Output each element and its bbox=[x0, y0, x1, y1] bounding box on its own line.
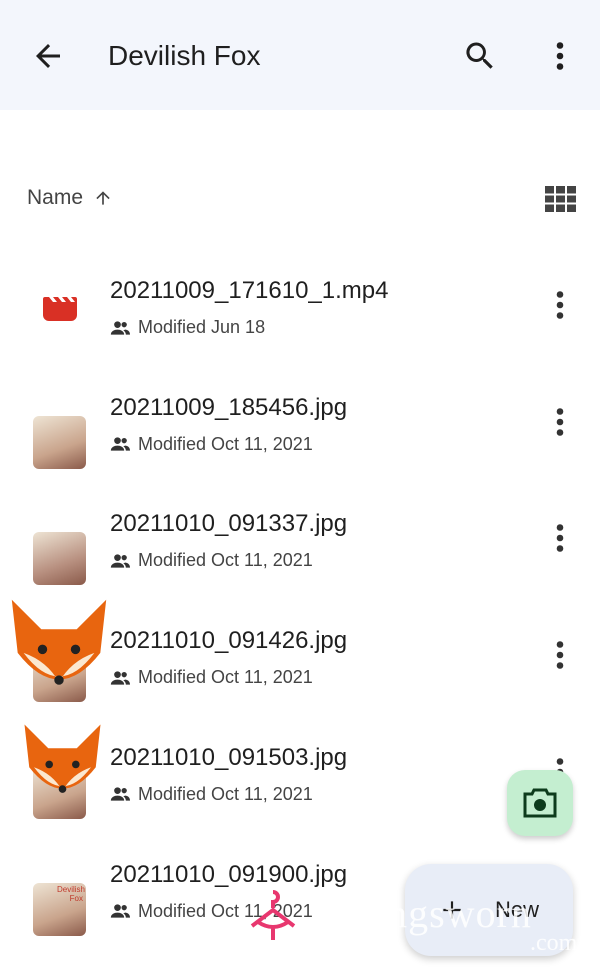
sort-by-name-button[interactable]: Name bbox=[27, 186, 113, 210]
arrow-up-icon bbox=[96, 191, 110, 205]
camera-fab[interactable] bbox=[507, 770, 573, 836]
more-vert-icon[interactable] bbox=[548, 287, 572, 323]
arrow-left-icon[interactable] bbox=[30, 38, 66, 74]
file-name: 20211009_185456.jpg bbox=[110, 393, 348, 421]
camera-icon bbox=[523, 788, 557, 818]
file-name: 20211009_171610_1.mp4 bbox=[110, 277, 389, 304]
shared-people-icon bbox=[110, 904, 130, 918]
more-vert-icon[interactable] bbox=[548, 404, 572, 440]
file-name: 20211010_091426.jpg bbox=[110, 627, 348, 655]
file-meta: Modified Oct 11, 2021 bbox=[110, 784, 313, 805]
image-thumbnail: Devilish Fox bbox=[33, 882, 86, 936]
file-row[interactable]: 20211009_185456.jpg Modified Oct 11, 202… bbox=[0, 394, 600, 504]
watermark: ingsworn bbox=[375, 891, 532, 936]
file-name: 20211010_091337.jpg bbox=[110, 510, 348, 538]
fox-sticker bbox=[11, 599, 107, 685]
file-name: 20211010_091503.jpg bbox=[110, 743, 348, 771]
file-row[interactable]: 20211009_171610_1.mp4 Modified Jun 18 bbox=[0, 277, 600, 387]
more-vert-icon[interactable] bbox=[548, 637, 572, 673]
video-file-icon bbox=[43, 297, 77, 321]
shared-people-icon bbox=[110, 437, 130, 451]
fox-sticker bbox=[24, 724, 101, 793]
thumbnail-text: Devilish Fox bbox=[57, 884, 86, 903]
file-name: 20211010_091900.jpg bbox=[110, 860, 348, 888]
image-thumbnail bbox=[33, 532, 86, 586]
modified-date: Modified Jun 18 bbox=[138, 317, 266, 337]
hanger-logo-icon bbox=[250, 890, 296, 940]
file-meta: Modified Oct 11, 2021 bbox=[110, 434, 313, 455]
image-thumbnail bbox=[33, 415, 86, 469]
sort-label: Name bbox=[27, 186, 84, 209]
modified-date: Modified Oct 11, 2021 bbox=[138, 550, 313, 571]
watermark-suffix: .com bbox=[530, 930, 578, 956]
modified-date: Modified Oct 11, 2021 bbox=[138, 783, 313, 804]
modified-date: Modified Oct 11, 2021 bbox=[138, 433, 313, 454]
shared-people-icon bbox=[110, 787, 130, 801]
top-app-bar: Devilish Fox bbox=[0, 0, 600, 110]
more-vert-icon[interactable] bbox=[548, 38, 572, 74]
shared-people-icon bbox=[110, 554, 130, 568]
search-icon[interactable] bbox=[462, 38, 498, 74]
file-meta: Modified Oct 11, 2021 bbox=[110, 550, 313, 571]
file-meta: Modified Jun 18 bbox=[110, 317, 265, 338]
file-meta: Modified Oct 11, 2021 bbox=[110, 667, 313, 688]
page-title: Devilish Fox bbox=[108, 40, 261, 71]
grid-view-icon[interactable] bbox=[545, 186, 576, 212]
more-vert-icon[interactable] bbox=[548, 520, 572, 556]
shared-people-icon bbox=[110, 320, 130, 335]
modified-date: Modified Oct 11, 2021 bbox=[138, 667, 313, 688]
